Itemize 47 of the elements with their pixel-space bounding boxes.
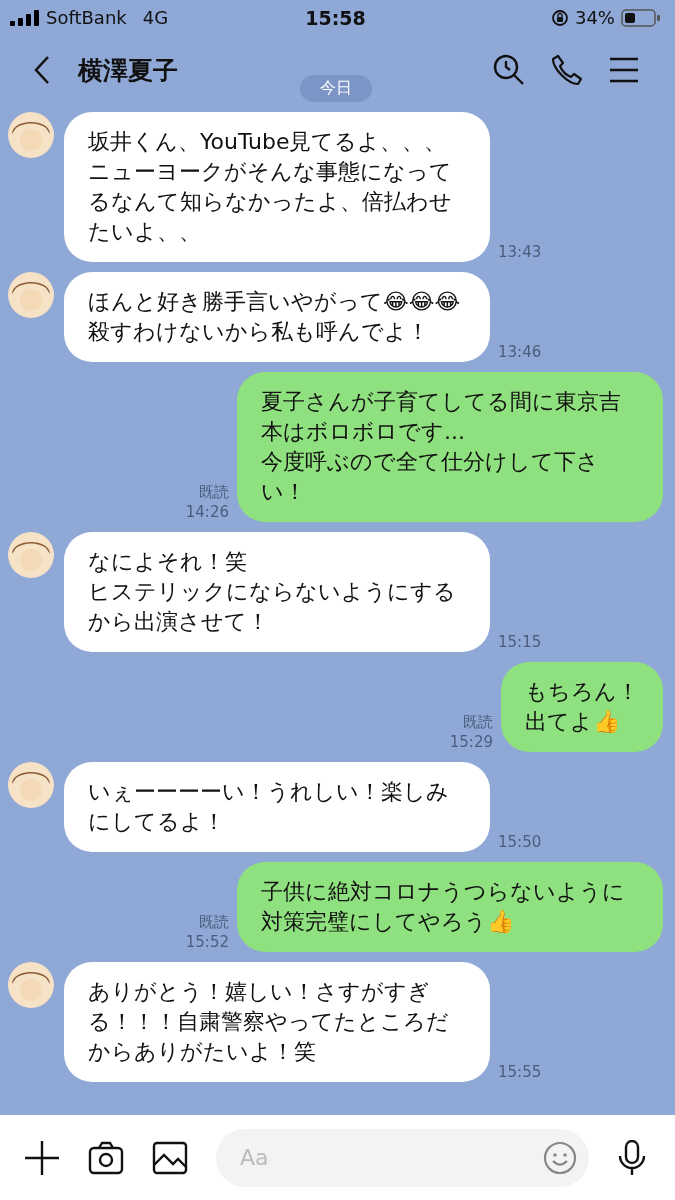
message-time: 15:50 [498, 832, 542, 852]
avatar[interactable] [8, 112, 54, 158]
message-text: 今度呼ぶので全て仕分けして下さい！ [261, 448, 600, 506]
battery-icon [621, 8, 661, 27]
phone-icon[interactable] [551, 54, 583, 86]
message-time: 13:43 [498, 242, 542, 262]
camera-icon[interactable] [88, 1140, 124, 1175]
message-text: 夏子さんが子育てしてる間に東京吉本はボロボロです... [261, 388, 622, 446]
menu-icon[interactable] [609, 57, 639, 83]
chat-title: 横澤夏子 [78, 54, 178, 87]
search-icon[interactable] [493, 54, 525, 86]
clock: 15:58 [305, 6, 366, 29]
read-receipt: 既読 [199, 482, 229, 502]
message-text: 子供に絶対コロナうつらないように対策完璧にしてやろう👍 [261, 878, 626, 936]
back-icon[interactable] [32, 55, 52, 85]
avatar[interactable] [8, 272, 54, 318]
read-receipt: 既読 [199, 912, 229, 932]
microphone-icon[interactable] [617, 1139, 647, 1176]
plus-icon[interactable] [24, 1139, 60, 1176]
rotation-lock-icon [550, 8, 569, 27]
carrier: SoftBank [46, 7, 127, 28]
avatar[interactable] [8, 762, 54, 808]
date-divider: 今日 [299, 75, 372, 102]
message-time: 15:52 [185, 932, 229, 952]
message-text: いぇーーーーい！うれしい！楽しみにしてるよ！ [88, 778, 450, 836]
read-receipt: 既読 [463, 712, 493, 732]
emoji-icon[interactable] [543, 1140, 577, 1175]
message-time: 15:15 [498, 632, 542, 652]
message-text: なによそれ！笑 [88, 548, 248, 576]
message-text: 出てよ👍 [525, 708, 621, 736]
message-time: 13:46 [498, 342, 542, 362]
message-text: 坂井くん、YouTube見てるよ、、、 [88, 128, 448, 156]
message-text: ありがとう！嬉しい！さすがすぎる！！！自粛警察やってたところだからありがたいよ！笑 [88, 978, 450, 1066]
message-time: 15:29 [449, 732, 493, 752]
message-text: ニューヨークがそんな事態になってるなんて知らなかったよ、倍払わせたいよ、、 [88, 158, 453, 246]
message-text: もちろん！ [525, 678, 639, 706]
network-type: 4G [142, 7, 169, 28]
battery-percent: 34% [574, 7, 615, 28]
avatar[interactable] [8, 962, 54, 1008]
message-time: 15:55 [498, 1062, 542, 1082]
avatar[interactable] [8, 532, 54, 578]
message-text: ほんと好き勝手言いやがって😂😂😂殺すわけないから私も呼んでよ！ [88, 288, 462, 346]
image-icon[interactable] [152, 1140, 188, 1175]
message-input[interactable]: Aa [216, 1128, 589, 1187]
message-time: 14:26 [185, 502, 229, 522]
signal-icon [10, 9, 40, 26]
message-text: ヒステリックにならないようにするから出演させて！ [88, 578, 457, 636]
